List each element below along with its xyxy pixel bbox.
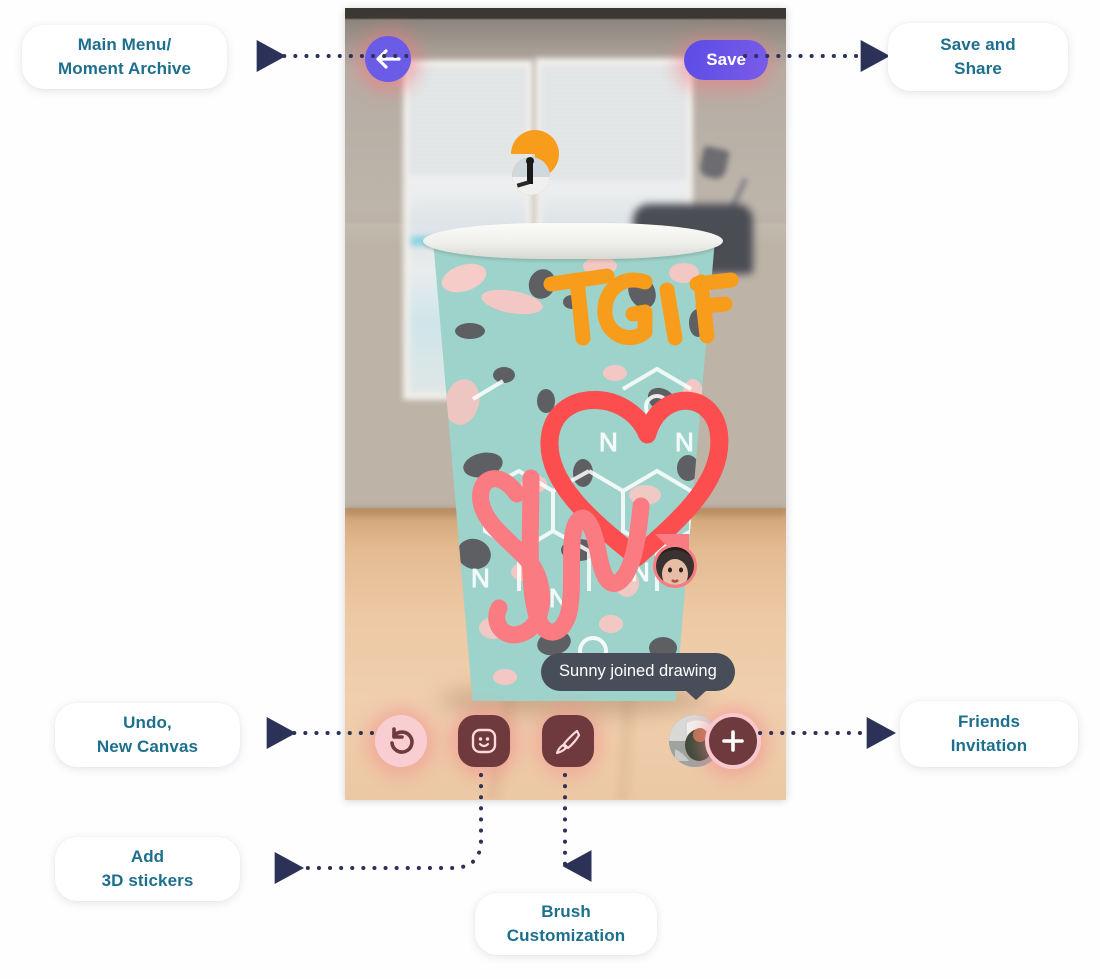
svg-text:N: N: [471, 563, 490, 593]
sticker-button[interactable]: [458, 715, 510, 767]
callout-friends: Friends Invitation: [900, 701, 1078, 767]
callout-save-share-line2: Share: [954, 59, 1002, 78]
arrow-left-icon: [376, 49, 401, 69]
callout-undo-line1: Undo,: [123, 712, 172, 732]
callout-brush-line1: Brush: [541, 901, 591, 921]
phone-camera-viewport: N N N N N Save Sunny joined drawing: [345, 8, 786, 800]
callout-save-share: Save and Share: [888, 23, 1068, 91]
svg-text:N: N: [599, 427, 618, 457]
callout-stickers-line2: 3D stickers: [101, 871, 194, 890]
callout-undo-line2: New Canvas: [96, 737, 199, 756]
blind-left: [409, 66, 527, 176]
callout-main-menu: Main Menu/ Moment Archive: [22, 25, 227, 89]
paintbrush-icon: [555, 729, 581, 755]
callout-stickers: Add 3D stickers: [55, 837, 240, 901]
annotated-screenshot: N N N N N Save Sunny joined drawing Main…: [0, 0, 1100, 979]
callout-stickers-line1: Add: [130, 846, 165, 866]
svg-text:N: N: [549, 583, 568, 613]
callout-brush-line2: Customization: [506, 926, 626, 945]
callout-main-menu-line1: Main Menu/: [77, 34, 172, 54]
callout-undo: Undo, New Canvas: [55, 703, 240, 767]
callout-save-share-line1: Save and: [940, 34, 1016, 54]
plus-icon: [722, 730, 744, 752]
brush-button[interactable]: [542, 715, 594, 767]
callout-friends-line2: Invitation: [950, 736, 1028, 755]
back-button[interactable]: [365, 36, 411, 82]
svg-text:N: N: [631, 557, 650, 587]
undo-button[interactable]: [375, 715, 427, 767]
callout-friends-line1: Friends: [957, 711, 1021, 731]
cup-rim: [423, 223, 723, 259]
callout-main-menu-line2: Moment Archive: [57, 59, 192, 78]
paper-cup: N N N N N: [423, 223, 723, 715]
smiley-sticker-icon: [471, 728, 497, 754]
callout-brush: Brush Customization: [475, 893, 657, 955]
blind-right: [541, 64, 687, 180]
add-friend-button[interactable]: [705, 713, 761, 769]
status-toast: Sunny joined drawing: [541, 653, 735, 700]
undo-icon: [390, 727, 414, 754]
molecule-artwork: N N N N N: [471, 366, 694, 666]
svg-text:N: N: [675, 427, 694, 457]
save-button[interactable]: Save: [684, 40, 768, 80]
cup-body: N N N N N: [433, 239, 715, 701]
